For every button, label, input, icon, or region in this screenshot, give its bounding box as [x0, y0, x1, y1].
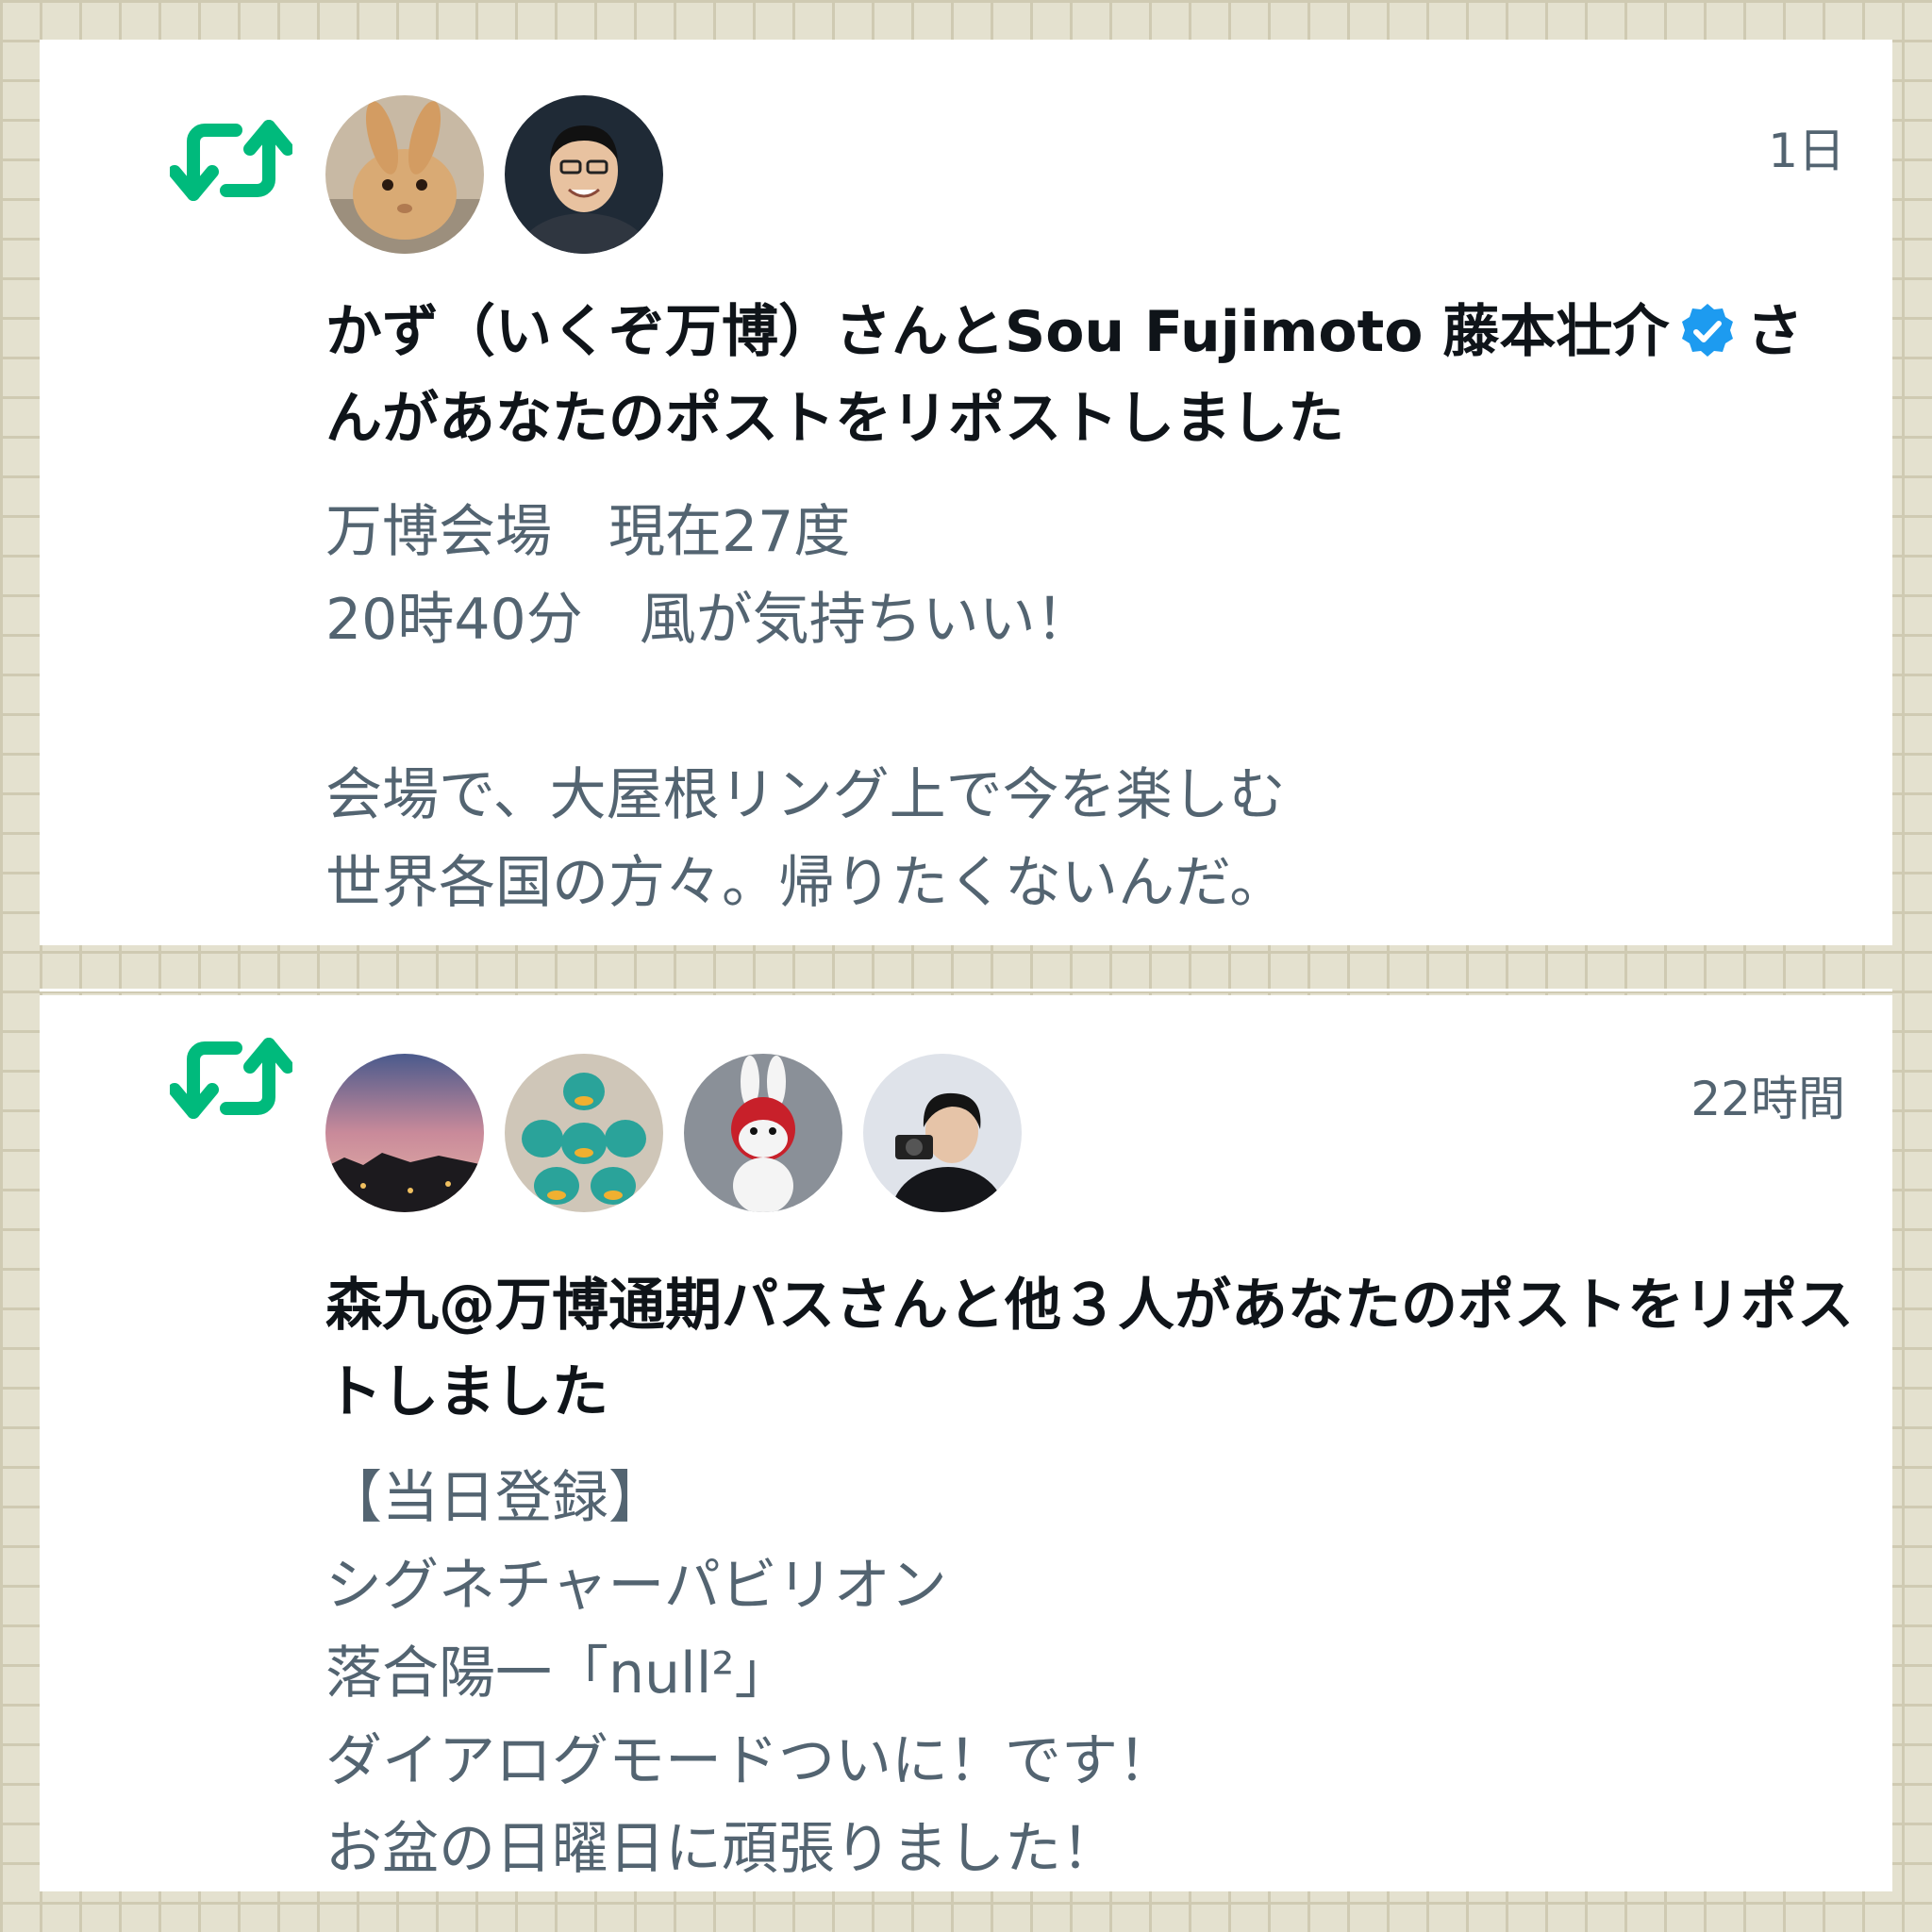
post-body-line: シグネチャーパビリオン [325, 1553, 947, 1619]
post-body-line [325, 664, 1854, 752]
avatar-group [325, 95, 663, 254]
verified-badge-icon [1682, 304, 1734, 357]
post-body-line: 20時40分 風が気持ちいい！ [325, 587, 1092, 653]
post-body-line: ダイアログモードついに！です！ [325, 1728, 1174, 1794]
post-body-line: 万博会場 現在27度 [325, 499, 851, 565]
sunset-sky-avatar-icon [325, 1054, 484, 1212]
retweet-icon [170, 120, 292, 201]
notification-headline[interactable]: 森九@万博通期パスさんと他３人があなたのポストをリポストしました [325, 1262, 1854, 1436]
avatar[interactable] [684, 1054, 842, 1212]
notification-card[interactable]: 22時間 森九@万博通期パスさんと他３人があなたのポストをリポストしました 【当… [40, 995, 1892, 1891]
plush-ducks-avatar-icon [505, 1054, 663, 1212]
timestamp: 22時間 [1690, 1072, 1845, 1126]
avatar[interactable] [325, 1054, 484, 1212]
headline-prefix: かず（いくぞ万博）さんとSou Fujimoto 藤本壮介 [325, 299, 1670, 365]
mascot-figure-avatar-icon [684, 1054, 842, 1212]
post-body-line: 会場で、大屋根リング上で今を楽しむ [325, 762, 1286, 828]
post-body-line: 世界各国の方々。帰りたくないんだ。 [325, 850, 1287, 916]
smiling-man-avatar-icon [505, 95, 663, 254]
post-body[interactable]: 万博会場 現在27度 20時40分 風が気持ちいい！ 会場で、大屋根リング上で今… [325, 489, 1854, 927]
post-body-line: 落合陽一「null²」 [325, 1641, 791, 1707]
avatar[interactable] [863, 1054, 1022, 1212]
retweet-icon [170, 1038, 292, 1119]
avatar[interactable] [505, 95, 663, 254]
avatar[interactable] [505, 1054, 663, 1212]
post-body-line: 【当日登録】 [325, 1465, 665, 1531]
avatar-group [325, 1054, 1022, 1212]
avatar[interactable] [325, 95, 484, 254]
rabbit-avatar-icon [325, 95, 484, 254]
man-with-camera-avatar-icon [863, 1054, 1022, 1212]
timestamp: 1日 [1768, 124, 1845, 178]
post-body[interactable]: 【当日登録】 シグネチャーパビリオン 落合陽一「null²」 ダイアログモードつ… [325, 1455, 1854, 1891]
post-body-line: お盆の日曜日に頑張りました！ [325, 1816, 1118, 1882]
notification-headline[interactable]: かず（いくぞ万博）さんとSou Fujimoto 藤本壮介 さんがあなたのポストを… [325, 289, 1854, 462]
headline-prefix: 森九@万博通期パスさんと他３人があなたのポストをリポストしました [325, 1273, 1854, 1425]
divider [40, 989, 1892, 991]
notification-card[interactable]: 1日 かず（いくぞ万博）さんとSou Fujimoto 藤本壮介 さんがあなたのポ… [40, 40, 1892, 945]
